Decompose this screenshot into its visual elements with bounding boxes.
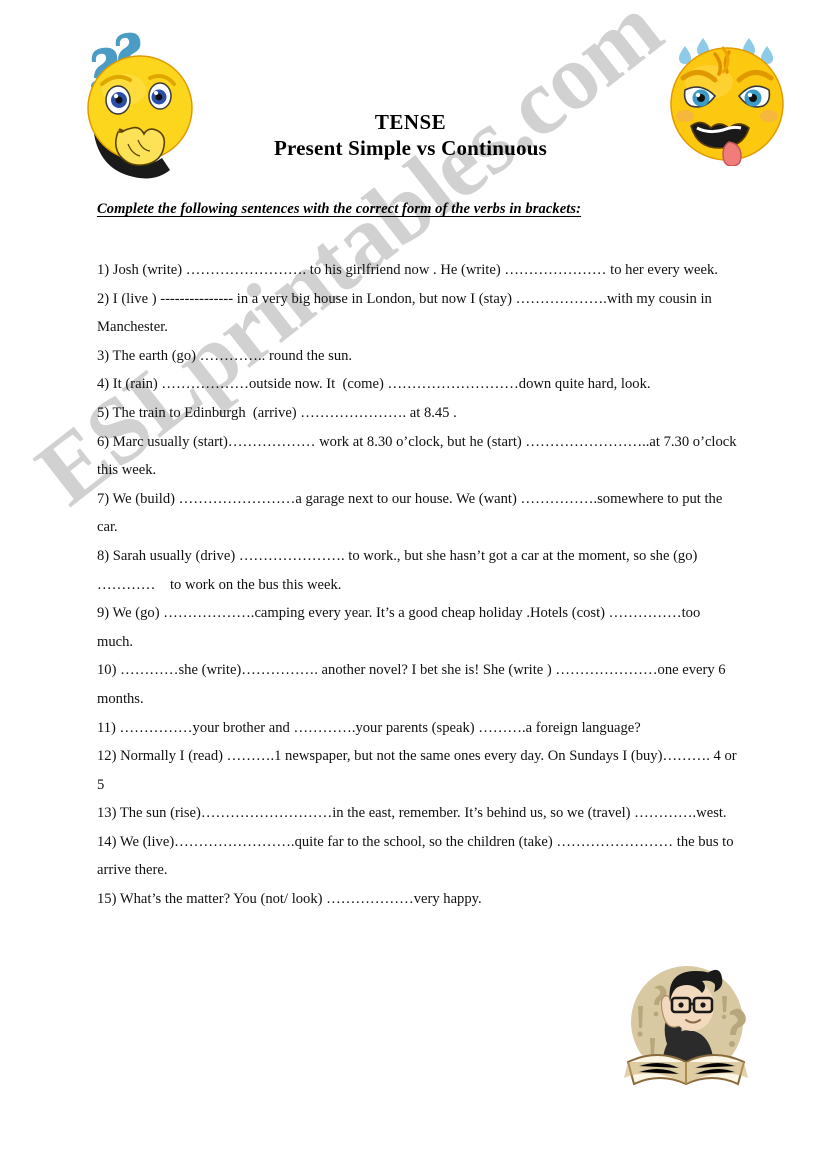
exercise-item: 5) The train to Edinburgh (arrive) ……………… (97, 404, 457, 421)
exercise-item: 7) We (build) ……………………a garage next to o… (97, 490, 726, 536)
exercise-item: 11) ……………your brother and ………….your pare… (97, 719, 641, 736)
exercise-item: 2) I (live ) --------------- in a very b… (97, 290, 716, 336)
instruction-text: Complete the following sentences with th… (97, 201, 582, 217)
worksheet-page: ESLprintables.com TENSE Present Simple v… (0, 0, 821, 1169)
exercise-list: 1) Josh (write) ……………………. to his girlfri… (97, 256, 737, 914)
exercise-item: 13) The sun (rise)………………………in the east, … (97, 805, 727, 822)
exercise-item: 10) …………she (write)……………. another novel?… (97, 662, 730, 707)
exercise-item: 6) Marc usually (start)……………… work at 8.… (97, 433, 741, 479)
exercise-item: 1) Josh (write) ……………………. to his girlfri… (97, 262, 718, 278)
title-tense: TENSE (374, 110, 447, 134)
exercise-item: 8) Sarah usually (drive) …………………. to wor… (97, 547, 702, 593)
teacher-logo-icon (624, 966, 748, 1086)
page-title: TENSE Present Simple vs Continuous (0, 110, 821, 162)
exercise-item: 9) We (go) ……………….camping every year. It… (97, 605, 704, 650)
exercise-item: 14) We (live)…………………….quite far to the s… (97, 833, 738, 879)
exercise-item: 15) What’s the matter? You (not/ look) …… (97, 891, 482, 908)
exercise-item: 4) It (rain) ………………outside now. It (come… (97, 376, 651, 393)
exercise-item: 12) Normally I (read) ……….1 newspaper, b… (97, 748, 741, 793)
exercise-item: 3) The earth (go) ………….. round the sun. (97, 347, 353, 364)
title-subtitle: Present Simple vs Continuous (273, 135, 547, 160)
